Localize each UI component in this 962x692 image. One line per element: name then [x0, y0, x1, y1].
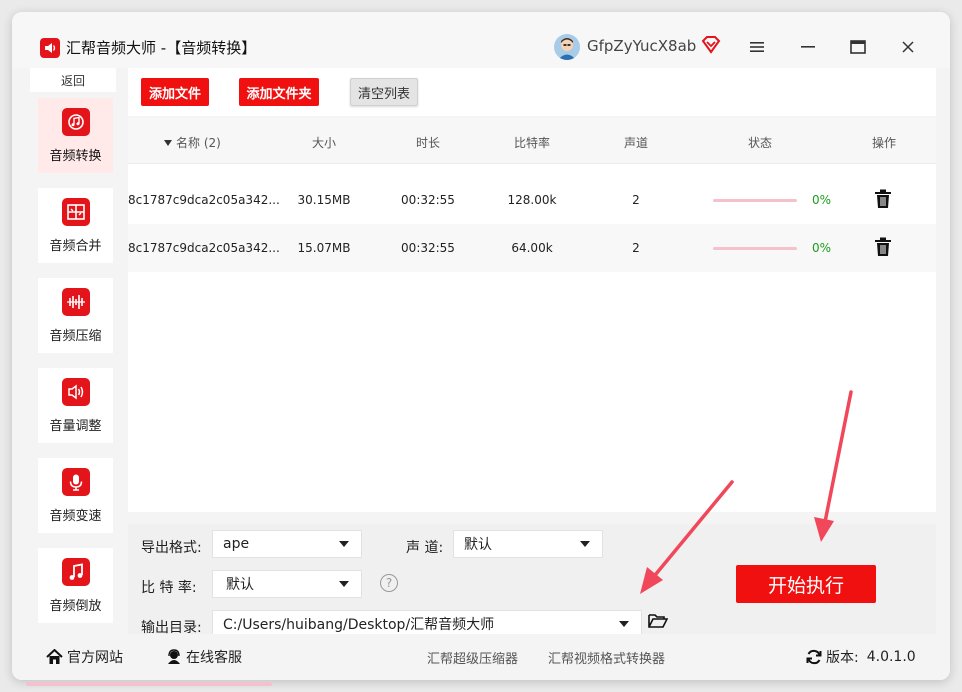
app-window: 汇帮音频大师 -【音频转换】 GfpZyYucX8ab 返回 音频转换 音频合并… — [12, 12, 950, 680]
website-link[interactable]: 官方网站 — [46, 647, 123, 667]
main-panel: 添加文件 添加文件夹 清空列表 名称 (2) 大小 时长 比特率 声道 状态 操… — [128, 68, 936, 638]
bitrate-label: 比 特 率: — [141, 580, 197, 596]
file-name: 8c1787c9dca2c05a342... — [128, 193, 280, 207]
folder-open-icon[interactable] — [648, 613, 669, 629]
sidebar-item-label: 音频转换 — [49, 149, 102, 164]
sidebar-item-label: 音频变速 — [49, 509, 102, 524]
format-select[interactable]: ape — [212, 530, 362, 558]
file-table: 名称 (2) 大小 时长 比特率 声道 状态 操作 8c1787c9dca2c0… — [128, 118, 936, 512]
sort-desc-icon — [164, 140, 172, 146]
footer: 官方网站 在线客服 汇帮超级压缩器 汇帮视频格式转换器 版本: 4.0.1.0 — [12, 634, 950, 680]
app-name: 汇帮音频大师 — [66, 39, 157, 57]
column-header-duration: 时长 — [415, 136, 440, 150]
help-icon[interactable]: ? — [380, 574, 398, 592]
audio-compress-icon — [61, 288, 90, 316]
app-logo-icon — [40, 38, 60, 58]
title-bar: 汇帮音频大师 -【音频转换】 GfpZyYucX8ab — [12, 12, 950, 68]
sidebar-item-label: 音频倒放 — [49, 599, 102, 614]
channel-label: 声 道: — [406, 540, 444, 556]
format-value: ape — [223, 536, 250, 552]
file-channels: 2 — [632, 241, 640, 255]
column-header-label: 名称 (2) — [176, 136, 221, 150]
delete-icon[interactable] — [874, 189, 892, 209]
start-button[interactable]: 开始执行 — [736, 565, 876, 603]
bitrate-value: 默认 — [226, 577, 254, 593]
taskbar-progress-strip — [26, 682, 272, 686]
progress-percent: 0% — [812, 193, 832, 207]
chevron-down-icon — [580, 541, 590, 547]
chevron-down-icon — [619, 621, 629, 627]
website-label: 官方网站 — [67, 650, 123, 666]
progress-bar — [713, 247, 797, 250]
support-label: 在线客服 — [186, 650, 242, 666]
close-icon[interactable] — [897, 36, 919, 58]
table-row[interactable]: 8c1787c9dca2c05a342... 30.15MB 00:32:55 … — [128, 176, 936, 224]
column-header-size: 大小 — [311, 136, 336, 150]
file-name: 8c1787c9dca2c05a342... — [128, 241, 280, 255]
sidebar-item-volume[interactable]: 音量调整 — [38, 368, 113, 443]
file-duration: 00:32:55 — [401, 241, 455, 255]
menu-icon[interactable] — [746, 36, 768, 58]
format-label: 导出格式: — [141, 540, 202, 556]
home-icon — [46, 649, 63, 664]
headset-icon — [168, 649, 180, 664]
window-title: 汇帮音频大师 -【音频转换】 — [66, 37, 256, 58]
version-label: 版本: — [826, 650, 859, 666]
support-link[interactable]: 在线客服 — [166, 647, 242, 667]
toolbar: 添加文件 添加文件夹 清空列表 — [128, 68, 936, 116]
column-header-channels: 声道 — [623, 136, 648, 150]
microphone-icon — [61, 468, 90, 496]
bitrate-select[interactable]: 默认 — [212, 570, 362, 598]
table-header: 名称 (2) 大小 时长 比特率 声道 状态 操作 — [128, 118, 936, 164]
output-dir-value: C:/Users/huibang/Desktop/汇帮音频大师 — [223, 617, 495, 633]
audio-convert-icon — [61, 108, 90, 136]
clear-list-button[interactable]: 清空列表 — [350, 78, 418, 106]
file-duration: 00:32:55 — [401, 193, 455, 207]
title-suffix: -【音频转换】 — [156, 39, 257, 57]
volume-icon — [61, 378, 90, 406]
delete-icon[interactable] — [874, 237, 892, 257]
sidebar-item-audio-speed[interactable]: 音频变速 — [38, 458, 113, 533]
sidebar-item-label: 音频压缩 — [49, 329, 102, 344]
sidebar-item-audio-reverse[interactable]: 音频倒放 — [38, 548, 113, 623]
column-header-bitrate: 比特率 — [513, 136, 550, 150]
compressor-link[interactable]: 汇帮超级压缩器 — [427, 648, 518, 667]
file-size: 15.07MB — [297, 241, 351, 255]
version-value: 4.0.1.0 — [866, 649, 916, 665]
column-header-status: 状态 — [747, 136, 772, 150]
audio-merge-icon — [61, 198, 90, 226]
channel-value: 默认 — [464, 537, 492, 553]
chevron-down-icon — [339, 541, 349, 547]
version-info[interactable]: 版本: 4.0.1.0 — [806, 647, 916, 667]
output-settings: 导出格式: ape 声 道: 默认 比 特 率: 默认 ? 输出目录: C:/U… — [128, 524, 936, 638]
minimize-icon[interactable] — [797, 36, 819, 58]
chevron-down-icon — [339, 581, 349, 587]
sidebar-item-label: 音频合并 — [49, 239, 102, 254]
file-size: 30.15MB — [297, 193, 351, 207]
progress-bar — [713, 199, 797, 202]
video-converter-link[interactable]: 汇帮视频格式转换器 — [548, 648, 665, 667]
refresh-icon — [806, 649, 822, 665]
sidebar-item-audio-merge[interactable]: 音频合并 — [38, 188, 113, 263]
user-avatar[interactable] — [554, 34, 580, 60]
maximize-icon[interactable] — [847, 36, 869, 58]
sidebar: 返回 音频转换 音频合并 音频压缩 音量调整 音频变速 音频倒放 — [30, 68, 116, 634]
table-row[interactable]: 8c1787c9dca2c05a342... 15.07MB 00:32:55 … — [128, 224, 936, 272]
column-header-action: 操作 — [871, 136, 896, 150]
progress-percent: 0% — [812, 241, 832, 255]
back-button[interactable]: 返回 — [30, 68, 116, 92]
sidebar-item-audio-convert[interactable]: 音频转换 — [38, 98, 113, 173]
vip-diamond-icon[interactable] — [701, 36, 721, 54]
channel-select[interactable]: 默认 — [453, 530, 603, 558]
column-header-name[interactable]: 名称 (2) — [164, 134, 254, 151]
file-bitrate: 128.00k — [507, 193, 557, 207]
add-file-button[interactable]: 添加文件 — [141, 78, 209, 106]
sidebar-item-label: 音量调整 — [49, 419, 102, 434]
sidebar-item-audio-compress[interactable]: 音频压缩 — [38, 278, 113, 353]
add-folder-button[interactable]: 添加文件夹 — [239, 78, 319, 106]
music-note-icon — [61, 558, 90, 586]
file-bitrate: 64.00k — [511, 241, 553, 255]
username[interactable]: GfpZyYucX8ab — [587, 37, 696, 55]
file-channels: 2 — [632, 193, 640, 207]
